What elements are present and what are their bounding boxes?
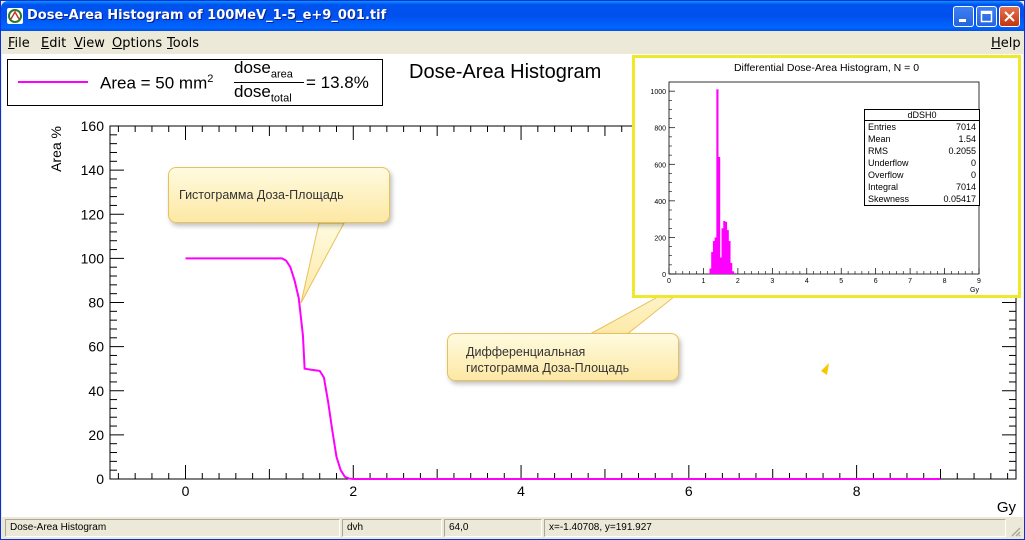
status-pixel-coords: 64,0 (444, 519, 542, 537)
stats-row: RMS 0.2055 (868, 146, 976, 156)
callout-dah: Гистограмма Доза-Площадь (168, 167, 390, 223)
stats-row: Underflow 0 (868, 158, 976, 168)
stats-row: Integral 7014 (868, 182, 976, 192)
status-bar: Dose-Area Histogram dvh 64,0 x=-1.40708,… (2, 517, 1023, 539)
inset-y-tick-label: 600 (654, 162, 666, 169)
legend-formula: Area = 50 mm2 dosearea dosetotal = 13.8% (100, 58, 380, 105)
root-app-icon (7, 8, 23, 24)
inset-x-tick-label: 2 (736, 278, 740, 285)
maximize-button[interactable] (976, 6, 997, 27)
callout-differential-line2: гистограмма Доза-Площадь (466, 361, 630, 375)
stats-row: Entries 7014 (868, 122, 976, 132)
inset-x-tick-label: 1 (701, 278, 705, 285)
app-window: Dose-Area Histogram of 100MeV_1-5_e+9_00… (0, 0, 1025, 540)
inset-x-tick-label: 0 (667, 278, 671, 285)
minimize-button[interactable] (953, 6, 974, 27)
stats-box: dDSH0 Entries 7014 Mean 1.54 RMS 0.2055 Und… (864, 109, 980, 206)
inset-x-tick-label: 6 (874, 278, 878, 285)
differential-histogram-inset[interactable]: Differential Dose-Area Histogram, N = 0 … (632, 55, 1021, 298)
inset-x-axis-label: Gy (970, 287, 979, 294)
inset-y-tick-label: 400 (654, 199, 666, 206)
menu-file[interactable]: File (8, 36, 30, 51)
maximize-icon (980, 10, 993, 23)
menu-bar: File Edit View Options Tools Help (2, 32, 1023, 54)
inset-x-tick-label: 5 (839, 278, 843, 285)
stats-row: Skewness 0.05417 (868, 194, 976, 204)
inset-x-tick-label: 9 (977, 278, 981, 285)
legend-numerator: dose (234, 58, 271, 77)
close-icon (1004, 11, 1015, 22)
legend-denominator: dose (234, 82, 271, 101)
callout-differential: Дифференциальная гистограмма Доза-Площад… (447, 333, 679, 381)
menu-view[interactable]: View (74, 36, 105, 51)
menu-edit[interactable]: Edit (41, 36, 66, 51)
legend: Area = 50 mm2 dosearea dosetotal = 13.8% (7, 58, 383, 106)
inset-x-tick-label: 3 (770, 278, 774, 285)
title-bar[interactable]: Dose-Area Histogram of 100MeV_1-5_e+9_00… (1, 1, 1024, 31)
inset-y-tick-label: 1000 (650, 89, 666, 96)
inset-bar (733, 273, 736, 274)
inset-y-tick-label: 0 (662, 272, 666, 279)
window-title: Dose-Area Histogram of 100MeV_1-5_e+9_00… (27, 8, 387, 23)
legend-numerator-sub: area (270, 68, 293, 81)
menu-tools[interactable]: Tools (167, 36, 199, 51)
inset-y-tick-label: 200 (654, 235, 666, 242)
legend-sup: 2 (207, 73, 214, 85)
status-object-name: Dose-Area Histogram (5, 519, 340, 537)
legend-line-swatch (18, 81, 88, 83)
stats-row: Mean 1.54 (868, 134, 976, 144)
legend-denominator-sub: total (270, 92, 292, 105)
menu-help[interactable]: Help (991, 36, 1021, 51)
status-object-class: dvh (342, 519, 442, 537)
callout-differential-line1: Дифференциальная (466, 345, 586, 359)
status-data-coords: x=-1.40708, y=191.927 (544, 519, 1006, 537)
callout-dah-text: Гистограмма Доза-Площадь (179, 188, 344, 202)
minimize-icon (959, 19, 966, 22)
inset-y-tick-label: 800 (654, 126, 666, 133)
menu-options[interactable]: Options (112, 36, 162, 51)
inset-x-tick-label: 7 (908, 278, 912, 285)
stats-name: dDSH0 (865, 110, 979, 121)
resize-grip-icon[interactable] (1009, 525, 1021, 537)
legend-prefix: Area = 50 mm (100, 73, 208, 93)
inset-x-tick-label: 4 (805, 278, 809, 285)
inset-bar (718, 156, 721, 274)
chart-title: Dose-Area Histogram (409, 61, 602, 83)
stats-row: Overflow 0 (868, 170, 976, 180)
inset-x-tick-label: 8 (943, 278, 947, 285)
close-button[interactable] (999, 6, 1020, 27)
legend-suffix: = 13.8% (306, 73, 369, 92)
